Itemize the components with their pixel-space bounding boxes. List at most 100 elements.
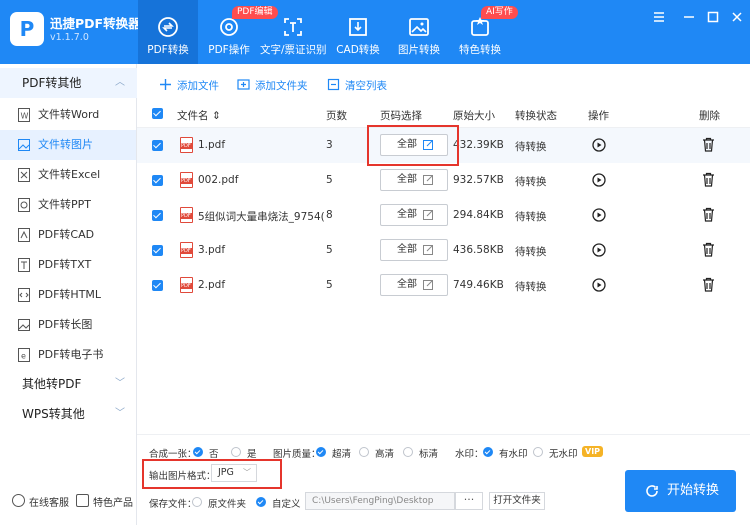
minimize-icon[interactable]: [682, 10, 696, 24]
sidebar-item-long-image[interactable]: PDF转长图: [0, 310, 136, 340]
save-origin-radio[interactable]: [192, 497, 202, 507]
trash-icon[interactable]: [702, 242, 715, 257]
play-icon[interactable]: [592, 138, 606, 152]
file-size: 932.57KB: [453, 174, 504, 186]
merge-no-radio[interactable]: [193, 447, 203, 457]
file-size: 294.84KB: [453, 209, 504, 221]
trash-icon[interactable]: [702, 172, 715, 187]
select-all-checkbox[interactable]: [152, 108, 163, 119]
sidebar-item-ebook[interactable]: e PDF转电子书: [0, 340, 136, 370]
save-custom-radio[interactable]: [256, 497, 266, 507]
sidebar-group-other-to-pdf[interactable]: 其他转PDF ﹀: [0, 369, 137, 399]
start-convert-button[interactable]: 开始转换: [625, 470, 736, 512]
ppt-icon: [18, 198, 30, 212]
clear-list-button[interactable]: 清空列表: [327, 78, 407, 93]
table-row[interactable]: 3.pdf 5 全部 436.58KB 待转换: [137, 233, 750, 268]
trash-icon[interactable]: [702, 137, 715, 152]
row-checkbox[interactable]: [152, 280, 163, 291]
add-file-button[interactable]: 添加文件: [159, 78, 239, 93]
watermark-no-label: 无水印: [549, 449, 578, 460]
save-label: 保存文件：: [149, 499, 197, 510]
word-icon: W: [18, 108, 30, 122]
file-name: 2.pdf: [198, 279, 226, 291]
refresh-icon: [646, 485, 658, 497]
image-convert-icon: [409, 18, 429, 36]
trash-icon[interactable]: [702, 207, 715, 222]
page-count: 5: [326, 279, 333, 291]
pdf-file-icon: [180, 137, 193, 153]
sidebar-item-excel[interactable]: 文件转Excel: [0, 160, 136, 190]
edit-icon: [423, 280, 433, 290]
page-select-button[interactable]: 全部: [380, 204, 448, 226]
play-icon[interactable]: [592, 243, 606, 257]
row-checkbox[interactable]: [152, 140, 163, 151]
page-select-button[interactable]: 全部: [380, 169, 448, 191]
maximize-icon[interactable]: [706, 10, 720, 24]
row-checkbox[interactable]: [152, 210, 163, 221]
page-select-button[interactable]: 全部: [380, 274, 448, 296]
add-file-icon: [160, 79, 171, 90]
column-header-size: 原始大小: [453, 110, 495, 122]
row-checkbox[interactable]: [152, 175, 163, 186]
save-path-field[interactable]: C:\Users\FengPing\Desktop: [305, 492, 455, 510]
tab-ocr[interactable]: 文字/票证识别: [260, 0, 327, 64]
sidebar-item-image[interactable]: 文件转图片: [0, 130, 136, 160]
sidebar-group-wps[interactable]: WPS转其他 ﹀: [0, 399, 137, 429]
tab-cad[interactable]: CAD转换: [332, 0, 384, 64]
tab-pdf-convert[interactable]: PDF转换: [138, 0, 198, 64]
ocr-icon: [284, 18, 302, 36]
convert-status: 待转换: [515, 141, 547, 153]
pdf-file-icon: [180, 172, 193, 188]
watermark-yes-radio[interactable]: [483, 447, 493, 457]
edit-icon: [423, 210, 433, 220]
sidebar-item-txt[interactable]: PDF转TXT: [0, 250, 136, 280]
merge-yes-radio[interactable]: [231, 447, 241, 457]
menu-icon[interactable]: [652, 10, 666, 24]
save-origin-label: 原文件夹: [208, 499, 247, 510]
sidebar-item-word[interactable]: W 文件转Word: [0, 100, 136, 130]
pdf-convert-icon: [158, 17, 178, 37]
page-select-button[interactable]: 全部: [380, 239, 448, 261]
svg-text:e: e: [21, 352, 26, 361]
quality-high-radio[interactable]: [359, 447, 369, 457]
table-row[interactable]: 2.pdf 5 全部 749.46KB 待转换: [137, 268, 750, 303]
table-row[interactable]: 5组似词大量串烧法_9754(1). 8 全部 294.84KB 待转换: [137, 198, 750, 233]
cad-file-icon: [18, 228, 30, 242]
chevron-up-icon: ︿: [115, 77, 125, 88]
close-icon[interactable]: [730, 10, 744, 24]
watermark-no-radio[interactable]: [533, 447, 543, 457]
chevron-down-icon: ﹀: [115, 408, 125, 419]
play-icon[interactable]: [592, 208, 606, 222]
add-folder-button[interactable]: 添加文件夹: [237, 78, 327, 93]
file-size: 432.39KB: [453, 139, 504, 151]
chevron-down-icon: ﹀: [115, 378, 125, 389]
row-checkbox[interactable]: [152, 245, 163, 256]
file-name: 5组似词大量串烧法_9754(1).: [198, 211, 324, 223]
quality-ultra-label: 超清: [332, 449, 352, 460]
sidebar-item-cad[interactable]: PDF转CAD: [0, 220, 136, 250]
play-icon[interactable]: [592, 173, 606, 187]
page-count: 8: [326, 209, 333, 221]
quality-std-radio[interactable]: [403, 447, 413, 457]
browse-button[interactable]: ···: [455, 492, 483, 510]
column-header-name[interactable]: 文件名 ⇕: [177, 108, 221, 123]
table-header: [137, 100, 750, 128]
column-header-status: 转换状态: [515, 110, 557, 122]
sidebar-item-ppt[interactable]: 文件转PPT: [0, 190, 136, 220]
clear-icon: [327, 78, 340, 91]
sidebar-group-pdf-to-other[interactable]: PDF转其他 ︿: [0, 68, 137, 98]
online-service-link[interactable]: 在线客服: [12, 494, 72, 509]
watermark-label: 水印：: [455, 449, 484, 460]
app-logo: P: [10, 12, 44, 46]
watermark-yes-label: 有水印: [499, 449, 528, 460]
file-name: 3.pdf: [198, 244, 226, 256]
quality-std-label: 标清: [419, 449, 439, 460]
featured-products-link[interactable]: 特色产品: [76, 494, 136, 509]
quality-ultra-radio[interactable]: [316, 447, 326, 457]
play-icon[interactable]: [592, 278, 606, 292]
table-row[interactable]: 002.pdf 5 全部 932.57KB 待转换: [137, 163, 750, 198]
tab-image-convert[interactable]: 图片转换: [394, 0, 444, 64]
trash-icon[interactable]: [702, 277, 715, 292]
open-folder-button[interactable]: 打开文件夹: [489, 492, 545, 510]
sidebar-item-html[interactable]: PDF转HTML: [0, 280, 136, 310]
